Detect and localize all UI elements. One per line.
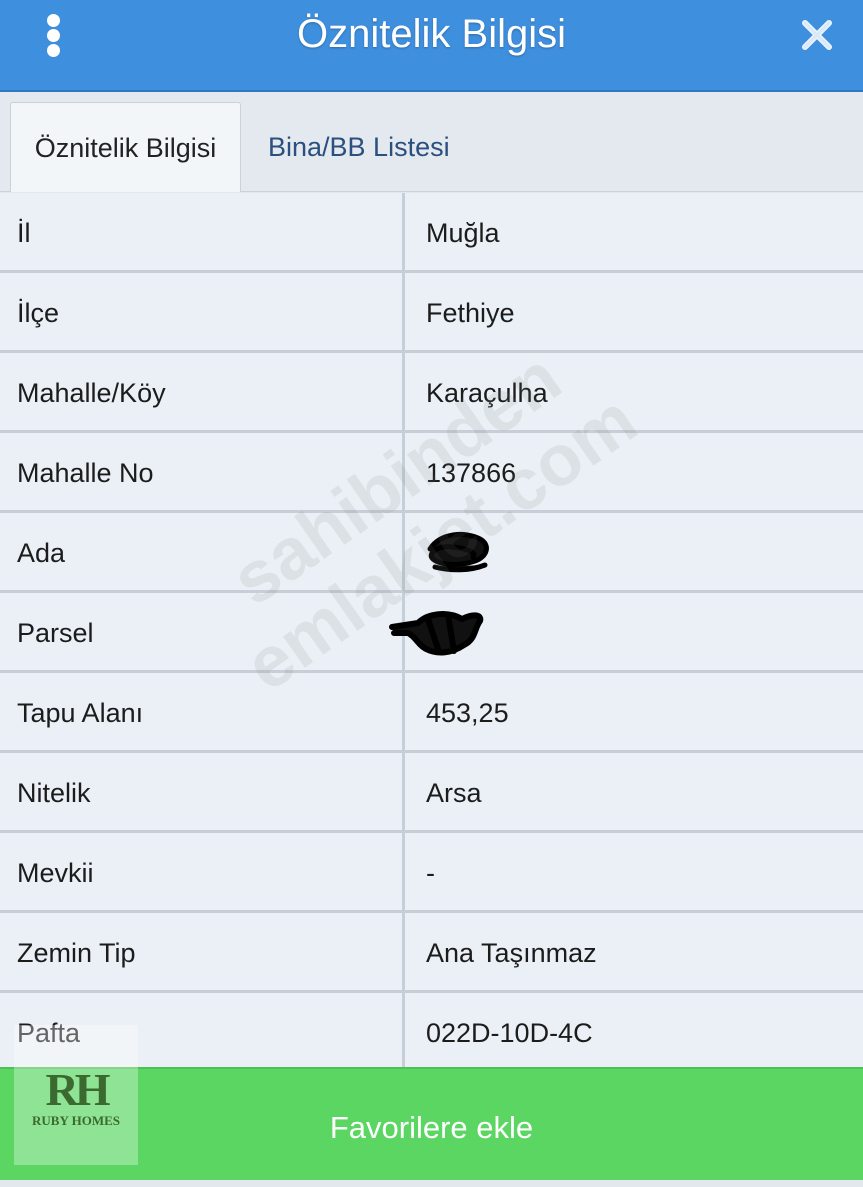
table-row: Mahalle/Köy Karaçulha [0,353,863,433]
row-label: Zemin Tip [0,913,405,990]
row-label: Mahalle No [0,433,405,510]
table-row: Parsel [0,593,863,673]
row-label: Tapu Alanı [0,673,405,750]
table-row: Nitelik Arsa [0,753,863,833]
row-label: Mahalle/Köy [0,353,405,430]
attribute-table: İl Muğla İlçe Fethiye Mahalle/Köy Karaçu… [0,193,863,1073]
row-label: İlçe [0,273,405,350]
table-row: Zemin Tip Ana Taşınmaz [0,913,863,993]
table-row: İlçe Fethiye [0,273,863,353]
table-row: Tapu Alanı 453,25 [0,673,863,753]
page-title: Öznitelik Bilgisi [297,12,566,56]
tab-bina-bb-listesi[interactable]: Bina/BB Listesi [268,102,528,192]
row-label: Mevkii [0,833,405,910]
row-label: Ada [0,513,405,590]
tab-bar: Öznitelik Bilgisi Bina/BB Listesi [0,92,863,192]
logo-text: RUBY HOMES [32,1113,120,1128]
row-value: Ana Taşınmaz [426,938,597,968]
row-value: Karaçulha [426,378,548,408]
row-value: - [426,858,435,888]
row-value: 137866 [426,458,517,488]
row-value: Muğla [426,218,500,248]
tab-oznitelik-bilgisi[interactable]: Öznitelik Bilgisi [10,102,241,192]
row-value: 022D-10D-4C [426,1018,593,1048]
row-label: Nitelik [0,753,405,830]
row-value: Arsa [426,778,482,808]
table-row: Mahalle No 137866 [0,433,863,513]
table-row: İl Muğla [0,193,863,273]
redaction-scribble [427,531,489,573]
ruby-homes-logo: RH RUBY HOMES [14,1025,138,1165]
row-label: İl [0,193,405,270]
row-value: Fethiye [426,298,515,328]
logo-mark: RH [45,1064,111,1115]
row-value: 453,25 [426,698,509,728]
close-icon[interactable] [800,18,834,52]
row-label: Parsel [0,593,405,670]
app-header: Öznitelik Bilgisi [0,0,863,92]
table-row: Mevkii - [0,833,863,913]
redaction-scribble [389,611,484,656]
table-row: Ada [0,513,863,593]
